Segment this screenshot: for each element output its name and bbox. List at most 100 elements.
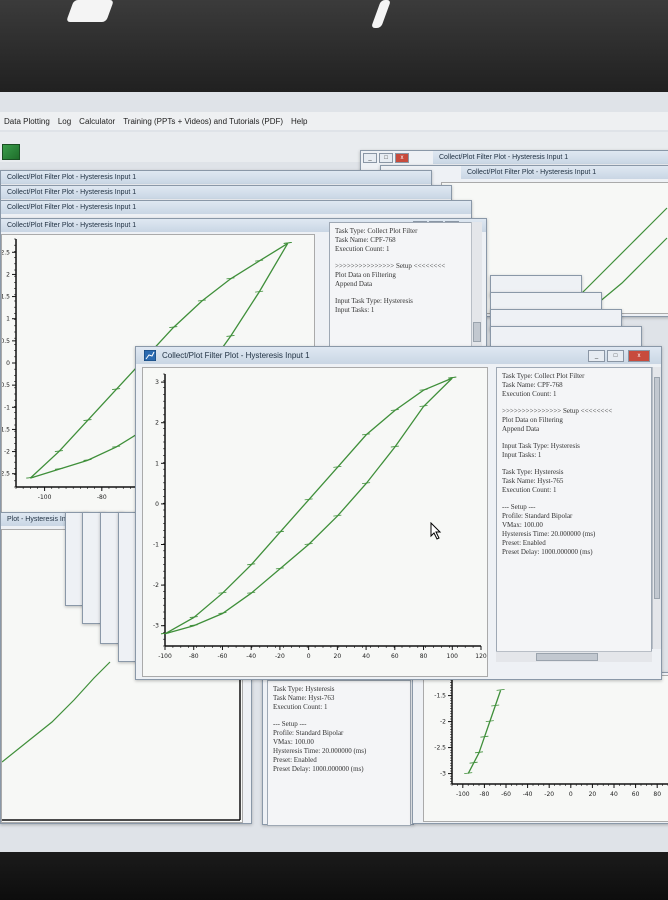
menu-log[interactable]: Log [58, 117, 71, 126]
menu-data-plotting[interactable]: Data Plotting [4, 117, 50, 126]
series-line [164, 377, 453, 635]
y-tick-label: -1.5 [2, 426, 10, 433]
info-line [502, 460, 646, 468]
main-info-scrollbar-horizontal[interactable] [496, 651, 652, 662]
info-line: Task Name: Hyst-763 [273, 694, 335, 702]
scrollbar-thumb[interactable] [473, 322, 481, 342]
data-point [333, 465, 342, 468]
data-point [26, 476, 35, 479]
y-tick-label: -1 [153, 542, 159, 549]
data-point [448, 376, 457, 379]
y-tick-label: 0 [155, 501, 159, 508]
data-point [362, 482, 371, 485]
menu-help[interactable]: Help [291, 117, 307, 126]
info-line: Input Task Type: Hysteresis [502, 442, 580, 450]
info-line: Profile: Standard Bipolar [502, 512, 573, 520]
series-line [164, 377, 453, 635]
bottom-right-plot-area: -100 -80 -60 -40 -20 0 20 40 60 80 -1.5 -2 -2.5 -3 [423, 675, 668, 822]
window-title: Collect/Plot Filter Plot - Hysteresis In… [1, 201, 471, 214]
minimize-button[interactable]: _ [588, 350, 605, 362]
data-point [218, 612, 227, 614]
data-point [419, 388, 428, 391]
close-button[interactable]: x [395, 153, 409, 163]
minimize-button[interactable]: _ [363, 153, 377, 163]
data-point [226, 277, 235, 280]
data-point [485, 720, 494, 722]
info-line: Preset Delay: 1000.000000 (ms) [273, 765, 364, 773]
bottom-info-window[interactable]: Task Type: Hysteresis Task Name: Hyst-763… [262, 675, 414, 826]
data-point [226, 335, 235, 337]
menu-calculator[interactable]: Calculator [79, 117, 115, 126]
x-tick-label: -40 [246, 653, 256, 660]
main-info-scrollbar-vertical[interactable] [652, 367, 661, 649]
x-tick-label: -100 [38, 494, 52, 501]
x-tick-label: -80 [97, 494, 107, 501]
x-tick-label: 0 [307, 653, 311, 660]
info-line: Execution Count: 1 [502, 390, 557, 398]
data-point [390, 445, 399, 448]
data-point [464, 772, 473, 774]
ceiling-light-reflection [65, 0, 115, 22]
data-point [112, 445, 121, 448]
data-point [304, 543, 313, 545]
window-title: Collect/Plot Filter Plot - Hysteresis In… [1, 171, 431, 184]
scrollbar-thumb[interactable] [536, 653, 598, 661]
maximize-button[interactable]: □ [379, 153, 393, 163]
data-point [491, 704, 500, 707]
info-line: Execution Count: 1 [335, 245, 390, 253]
x-tick-label: -100 [158, 653, 172, 660]
data-point [189, 616, 198, 618]
info-line: Plot Data on Filtering [335, 271, 396, 279]
info-line: >>>>>>>>>>>>>>> Setup <<<<<<<< [502, 407, 613, 415]
info-line: VMax: 100.00 [502, 521, 543, 529]
x-tick-label: -20 [275, 653, 285, 660]
mouse-cursor-icon [430, 522, 442, 540]
x-tick-label: -60 [501, 791, 511, 798]
bg-window-stack[interactable] [490, 326, 642, 348]
data-point [496, 689, 505, 691]
data-point [54, 467, 63, 470]
data-point [255, 290, 264, 293]
info-line: Task Name: CPF-768 [502, 381, 563, 389]
y-tick-label: 2 [6, 271, 10, 278]
x-tick-label: -20 [544, 791, 554, 798]
y-tick-label: -2 [153, 582, 159, 589]
window-title: Collect/Plot Filter Plot - Hysteresis In… [136, 347, 661, 364]
app-window-icon [144, 350, 156, 361]
menu-training[interactable]: Training (PPTs + Videos) and Tutorials (… [123, 117, 283, 126]
main-plot-window[interactable]: Collect/Plot Filter Plot - Hysteresis In… [135, 346, 662, 680]
data-point [112, 388, 121, 390]
info-line: Plot Data on Filtering [502, 416, 563, 424]
info-line [335, 289, 475, 297]
y-tick-label: 2 [155, 420, 159, 427]
data-point [169, 326, 178, 328]
main-info-lines: Task Type: Collect Plot Filter Task Name:… [502, 372, 646, 557]
info-line: Task Type: Collect Plot Filter [335, 227, 418, 235]
y-tick-label: -2.5 [2, 471, 10, 478]
data-point [333, 514, 342, 517]
y-tick-label: -2 [440, 719, 446, 726]
info-line: Input Tasks: 1 [502, 451, 542, 459]
scrollbar-thumb[interactable] [654, 377, 660, 599]
x-tick-label: 120 [475, 653, 487, 660]
y-tick-label: -2 [4, 449, 10, 456]
app-toolbar-icon[interactable] [2, 144, 20, 160]
y-tick-label: -3 [440, 771, 446, 778]
data-point [474, 751, 484, 754]
info-line: Preset: Enabled [273, 756, 317, 764]
info-line: Execution Count: 1 [273, 703, 328, 711]
close-button[interactable]: x [628, 350, 650, 362]
maximize-button[interactable]: □ [607, 350, 624, 362]
info-line: Hysteresis Time: 20.000000 (ms) [273, 747, 367, 755]
bottom-right-plot-window[interactable]: -100 -80 -60 -40 -20 0 20 40 60 80 -1.5 -2 -2.5 -3 [412, 672, 668, 824]
y-tick-label: -1.5 [434, 693, 446, 700]
data-point [390, 409, 399, 411]
y-tick-label: 1 [6, 316, 10, 323]
x-tick-label: -80 [189, 653, 199, 660]
info-line: VMax: 100.00 [273, 738, 314, 746]
info-line: Input Task Type: Hysteresis [335, 297, 413, 305]
data-point [275, 530, 284, 533]
y-tick-label: 0 [6, 360, 10, 367]
left-info-scrollbar[interactable] [471, 222, 482, 350]
x-tick-label: 0 [569, 791, 573, 798]
